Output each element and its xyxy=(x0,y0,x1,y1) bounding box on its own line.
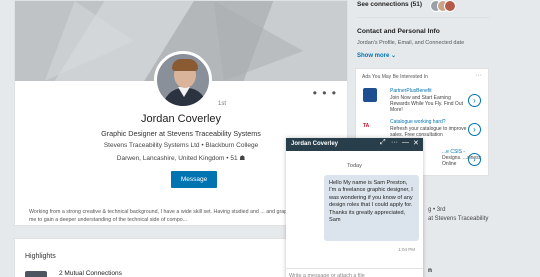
profile-name: Jordan Coverley xyxy=(140,113,222,125)
suggestion-degree: g • 3rd xyxy=(428,207,446,213)
profile-headline: Graphic Designer at Stevens Traceability… xyxy=(101,129,261,138)
expand-icon[interactable]: ⤢ xyxy=(380,139,386,147)
message-date: Today xyxy=(347,163,362,169)
divider xyxy=(357,17,489,18)
highlights-title: Highlights xyxy=(25,253,56,260)
message-bubble: Hello My name is Sam Preston, I'm a free… xyxy=(324,175,419,241)
messaging-contact-name[interactable]: Jordan Coverley xyxy=(291,141,338,147)
mutual-connections-avatar xyxy=(25,271,47,277)
more-icon[interactable]: ··· xyxy=(391,139,398,146)
chevron-right-icon[interactable]: › xyxy=(468,123,481,136)
ad-title[interactable]: Catalogue working hard? xyxy=(390,119,446,125)
minimize-icon[interactable]: — xyxy=(402,139,409,146)
suggestion-company: at Stevens Traceability xyxy=(428,216,489,222)
chevron-right-icon[interactable]: › xyxy=(468,94,481,107)
connection-avatar[interactable] xyxy=(444,0,456,12)
profile-avatar xyxy=(154,51,212,109)
profile-more-button[interactable]: • • • xyxy=(313,86,337,100)
ad-description: Join Now and Start Earning Rewards While… xyxy=(390,95,463,113)
ad-logo: TA xyxy=(363,123,370,129)
messaging-header[interactable]: Jordan Coverley ⤢ ··· — ✕ xyxy=(286,138,423,151)
mutual-connections-link[interactable]: 2 Mutual Connections xyxy=(59,270,122,277)
avatar-hair xyxy=(172,59,198,71)
contact-info-subtitle: Jordan's Profile, Email, and Connected d… xyxy=(357,40,465,46)
connection-degree: 1st xyxy=(218,101,227,107)
message-button[interactable]: Message xyxy=(171,171,217,188)
message-timestamp: 1:04 PM xyxy=(398,247,415,252)
ad-logo xyxy=(363,88,377,102)
show-more-link[interactable]: Show more ⌄ xyxy=(357,52,396,59)
ad-description: Refresh your catalogue to improve sales.… xyxy=(390,126,467,138)
messaging-window: Jordan Coverley ⤢ ··· — ✕ Today Hello My… xyxy=(286,138,423,277)
ad-title[interactable]: PartnerPlusBenefit xyxy=(390,88,432,94)
ads-header: Ads You May Be Interested In xyxy=(362,74,428,80)
message-input[interactable]: Write a message or attach a file xyxy=(286,268,423,277)
see-connections-link[interactable]: See connections (51) xyxy=(357,1,422,8)
chevron-right-icon[interactable]: › xyxy=(468,153,481,166)
ads-more-icon[interactable]: ··· xyxy=(475,72,482,79)
contact-info-title: Contact and Personal Info xyxy=(357,28,440,35)
close-icon[interactable]: ✕ xyxy=(413,139,419,147)
messaging-body: Today Hello My name is Sam Preston, I'm … xyxy=(286,151,423,272)
section-title-fragment: n xyxy=(428,267,432,274)
